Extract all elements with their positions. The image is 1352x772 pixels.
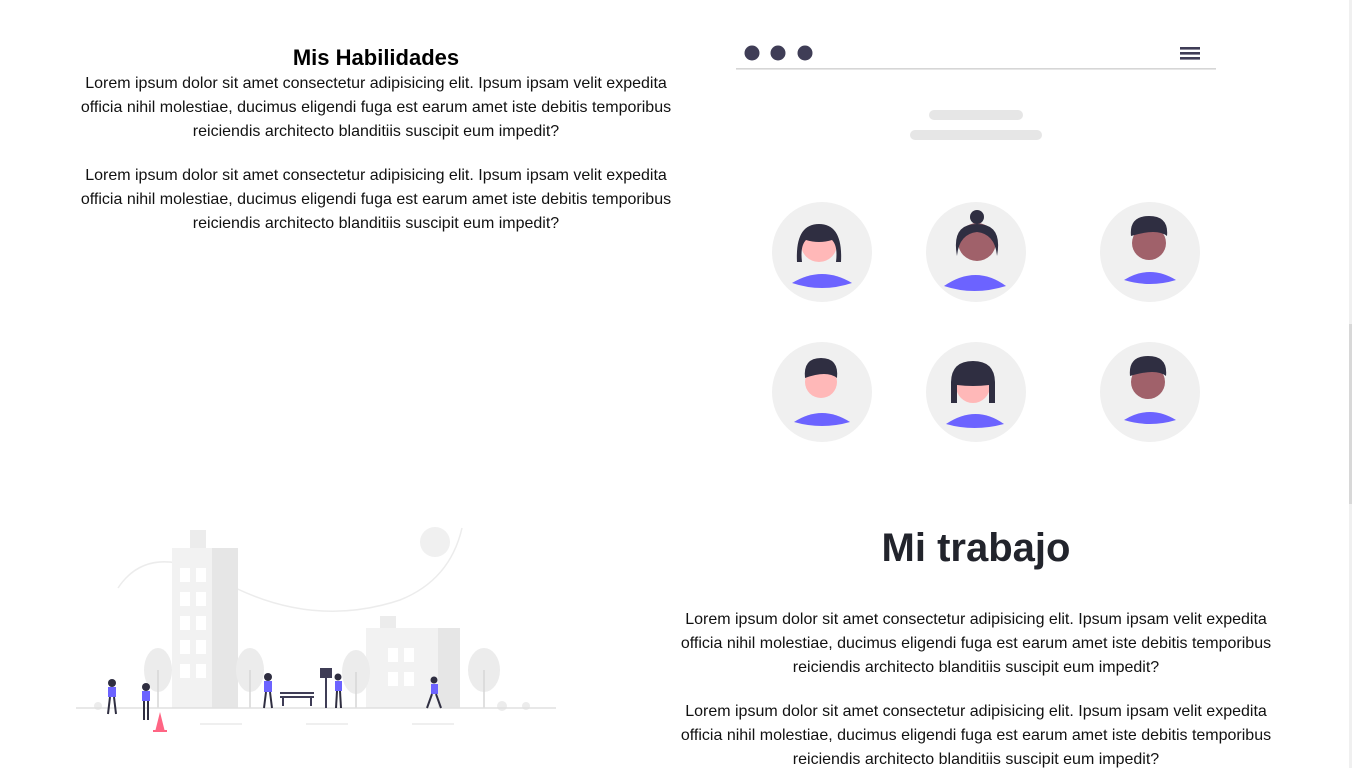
person-icon: [263, 673, 273, 709]
window-dots-icon: [744, 45, 813, 61]
avatar-3-icon: [1100, 202, 1200, 302]
avatar-2-icon: [926, 202, 1026, 302]
work-section: Mi trabajo Lorem ipsum dolor sit amet co…: [676, 522, 1276, 772]
traffic-cone-icon: [153, 712, 167, 732]
hamburger-menu-icon: [1180, 47, 1200, 60]
skills-title: Mis Habilidades: [292, 45, 460, 70]
skills-paragraph-1: Lorem ipsum dolor sit amet consectetur a…: [80, 75, 672, 140]
work-paragraph-1: Lorem ipsum dolor sit amet consectetur a…: [680, 611, 1272, 676]
team-avatars-illustration: [730, 36, 1220, 456]
skills-section: Mis Habilidades Lorem ipsum dolor sit am…: [76, 44, 676, 236]
person-icon: [142, 683, 150, 720]
skills-paragraph-2: Lorem ipsum dolor sit amet consectetur a…: [80, 167, 672, 232]
avatar-6-icon: [1100, 342, 1200, 442]
avatar-5-icon: [926, 342, 1026, 442]
work-title: Mi trabajo: [881, 526, 1071, 570]
work-paragraph-2: Lorem ipsum dolor sit amet consectetur a…: [680, 703, 1272, 768]
city-park-illustration: [70, 520, 570, 740]
person-icon: [334, 673, 342, 709]
avatar-4-icon: [772, 342, 872, 442]
avatar-1-icon: [772, 202, 872, 302]
